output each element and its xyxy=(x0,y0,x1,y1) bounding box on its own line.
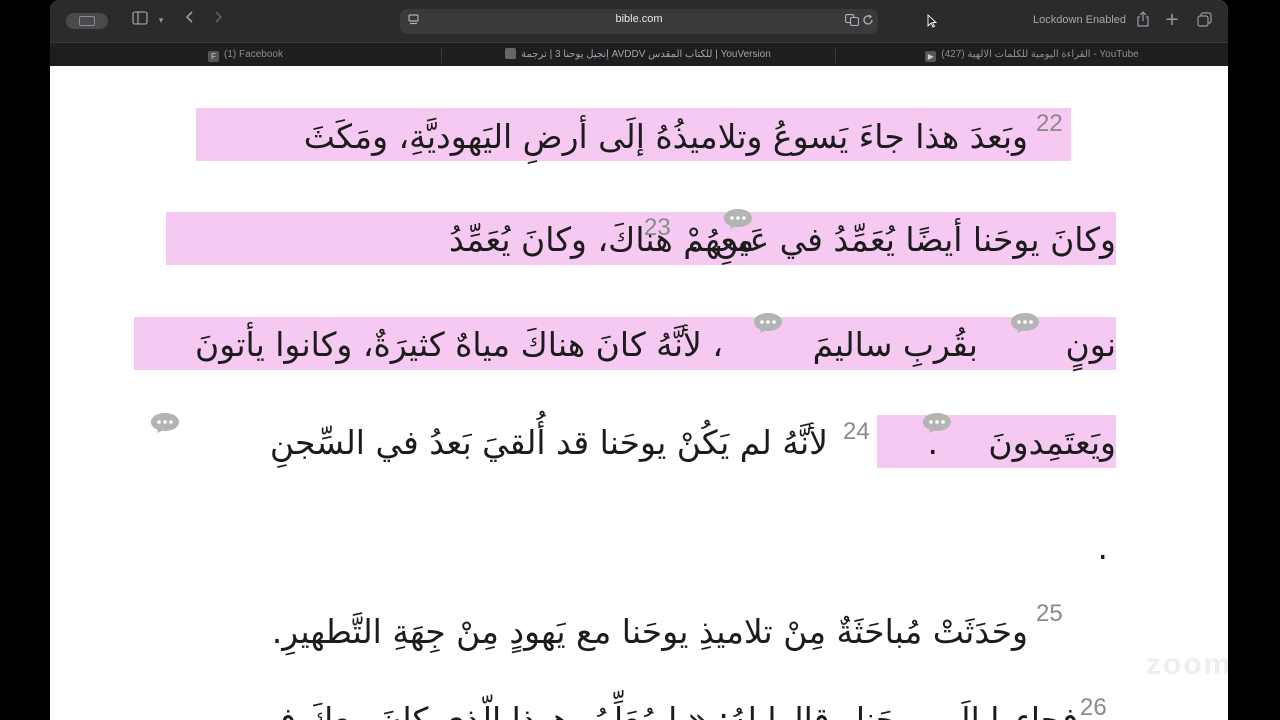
verse-text[interactable]: نونٍ xyxy=(1066,319,1116,371)
verse-text[interactable]: . xyxy=(1098,522,1109,574)
translate-icon[interactable] xyxy=(844,12,860,32)
verse-text[interactable]: فجاءوا إلَى يوحَنا وقالوا لهُ: «يا مُعَل… xyxy=(253,694,1078,720)
tab-facebook[interactable]: F (1) Facebook xyxy=(50,43,441,67)
chevron-down-icon[interactable]: ▾ xyxy=(154,11,168,31)
tab-youtube[interactable]: ▶ (427) القراءة اليومية للكلمات الالهية -… xyxy=(836,43,1228,67)
comment-bubble-icon[interactable] xyxy=(1010,312,1040,333)
back-arrow-icon[interactable] xyxy=(180,10,200,30)
url-text: bible.com xyxy=(615,13,663,25)
verse-text[interactable]: بقُربِ ساليمَ xyxy=(813,319,978,371)
facebook-icon: F xyxy=(208,51,220,62)
comment-bubble-icon[interactable] xyxy=(150,412,180,433)
address-bar[interactable]: bible.com xyxy=(400,9,878,34)
mouse-cursor-icon xyxy=(926,13,938,34)
tab-label: (427) القراءة اليومية للكلمات الالهية - … xyxy=(941,49,1139,60)
youtube-icon: ▶ xyxy=(925,51,937,62)
new-tab-icon[interactable]: + xyxy=(1164,10,1180,30)
tab-label: إنجيل يوحنا 3 | ترجمة AVDDV للكتاب المقد… xyxy=(521,49,771,60)
sidebar-toggle-pill[interactable] xyxy=(66,13,108,29)
reload-icon[interactable] xyxy=(861,12,875,32)
window-icon xyxy=(79,16,95,26)
comment-bubble-icon[interactable] xyxy=(753,312,783,333)
verse-number[interactable]: 24 xyxy=(843,418,870,446)
tab-overview-icon[interactable] xyxy=(1196,12,1212,33)
sidebar-icon[interactable] xyxy=(130,11,150,31)
lockdown-label: Lockdown Enabled xyxy=(1033,14,1126,26)
youversion-icon xyxy=(505,48,517,59)
share-icon[interactable] xyxy=(1135,11,1151,33)
scripture-content: 22 وبَعدَ هذا جاءَ يَسوعُ وتلاميذُهُ إلَ… xyxy=(50,66,1228,720)
browser-toolbar: ▾ bible.com Lockdown Enabled + xyxy=(50,0,1228,42)
verse-text[interactable]: وحَدَثَتْ مُباحَثَةٌ مِنْ تلاميذِ يوحَنا… xyxy=(272,606,1028,658)
verse-text[interactable]: وبَعدَ هذا جاءَ يَسوعُ وتلاميذُهُ إلَى أ… xyxy=(304,111,1028,163)
browser-window: ▾ bible.com Lockdown Enabled + F (1) Fac… xyxy=(50,0,1228,720)
verse-text[interactable]: معهُمْ هناكَ، وكانَ يُعَمِّدُ xyxy=(449,214,754,266)
verse-number[interactable]: 22 xyxy=(1036,110,1063,138)
verse-text[interactable]: وكانَ يوحَنا أيضًا يُعَمِّدُ في عَينِ xyxy=(714,214,1116,266)
comment-bubble-icon[interactable] xyxy=(723,208,753,229)
tab-bar: F (1) Facebook إنجيل يوحنا 3 | ترجمة AVDD… xyxy=(50,42,1228,67)
tab-youversion[interactable]: إنجيل يوحنا 3 | ترجمة AVDDV للكتاب المقد… xyxy=(442,43,834,67)
verse-text[interactable]: لأنَّهُ لم يَكُنْ يوحَنا قد أُلقيَ بَعدُ… xyxy=(270,417,828,469)
comment-bubble-icon[interactable] xyxy=(922,412,952,433)
zoom-watermark: zoom xyxy=(1146,648,1228,681)
verse-number[interactable]: 25 xyxy=(1036,600,1063,628)
tab-label: (1) Facebook xyxy=(224,49,283,60)
verse-text[interactable]: ، لأنَّهُ كانَ هناكَ مياهٌ كثيرَةٌ، وكان… xyxy=(195,319,723,371)
forward-arrow-icon[interactable] xyxy=(208,10,228,30)
verse-text[interactable]: ويَعتَمِدونَ xyxy=(988,417,1116,469)
verse-number[interactable]: 26 xyxy=(1080,694,1107,720)
